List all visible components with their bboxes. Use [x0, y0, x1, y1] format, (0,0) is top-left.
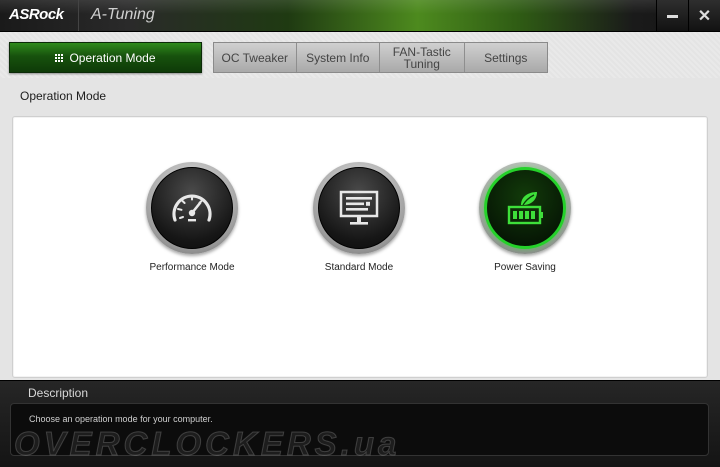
performance-mode-ring	[146, 162, 238, 254]
power-saving-inner	[484, 167, 566, 249]
monitor-settings-icon	[339, 190, 379, 225]
tab-bar: Operation Mode OC Tweaker System Info FA…	[0, 32, 720, 78]
watermark: OVERCLOCKERS.ua	[13, 425, 401, 463]
section-title: Operation Mode	[20, 89, 107, 103]
tab-group: OC Tweaker System Info FAN-Tastic Tuning…	[213, 42, 548, 73]
power-saving-label: Power Saving	[494, 262, 556, 273]
minimize-icon	[667, 15, 678, 18]
leaf-battery-icon	[507, 192, 543, 225]
tab-system-info[interactable]: System Info	[297, 43, 380, 72]
performance-mode-button[interactable]	[146, 162, 238, 254]
close-icon: ✕	[697, 7, 712, 25]
tab-operation-mode[interactable]: Operation Mode	[9, 42, 202, 73]
description-title: Description	[28, 386, 89, 400]
brand-logo: ASRock	[9, 6, 64, 23]
tab-fan-tastic-tuning-label: FAN-Tastic Tuning	[392, 44, 451, 71]
power-saving-ring	[479, 162, 571, 254]
standard-mode-label: Standard Mode	[324, 262, 394, 273]
tab-operation-mode-label: Operation Mode	[69, 50, 156, 65]
tab-oc-tweaker[interactable]: OC Tweaker	[214, 43, 297, 72]
power-saving-button[interactable]	[479, 162, 571, 254]
close-button[interactable]: ✕	[688, 0, 720, 31]
standard-mode-ring	[313, 162, 405, 254]
performance-mode-label: Performance Mode	[149, 262, 235, 273]
a-tuning-window: ASRock A-Tuning ✕ Operation Mode OC Twea…	[0, 0, 720, 467]
title-bar[interactable]: ASRock A-Tuning ✕	[0, 0, 720, 32]
brand-separator	[78, 0, 79, 31]
minimize-button[interactable]	[656, 0, 688, 31]
speedometer-icon	[172, 194, 212, 222]
app-title: A-Tuning	[91, 6, 155, 23]
tab-settings[interactable]: Settings	[465, 43, 548, 72]
tab-fan-tastic-tuning[interactable]: FAN-Tastic Tuning	[380, 43, 465, 72]
standard-mode-button[interactable]	[313, 162, 405, 254]
standard-mode-inner	[318, 167, 400, 249]
grid-icon	[55, 53, 64, 62]
description-text: Choose an operation mode for your comput…	[29, 414, 213, 424]
performance-mode-inner	[151, 167, 233, 249]
